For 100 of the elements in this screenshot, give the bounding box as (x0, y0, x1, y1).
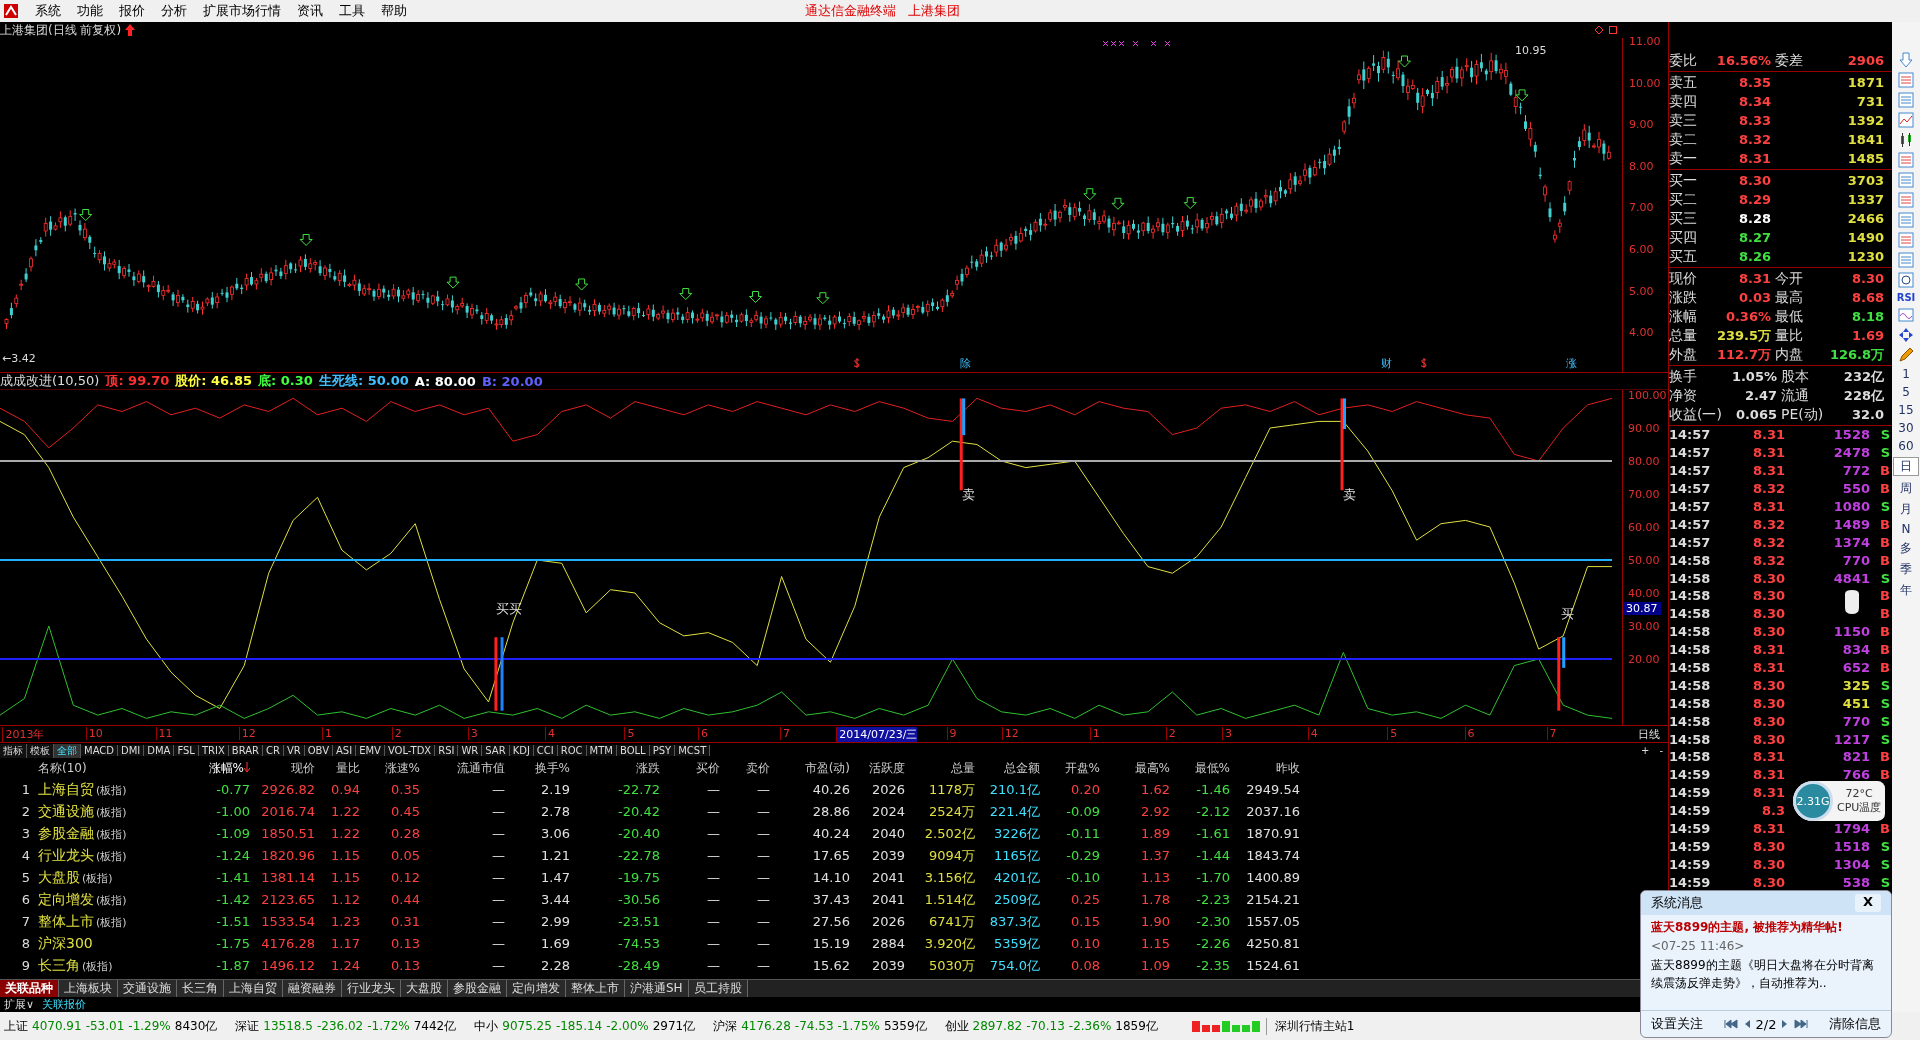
column-header[interactable]: 总量 (951, 761, 975, 776)
previous-page-icon[interactable] (1743, 1019, 1750, 1029)
indicator-tab[interactable]: VR (283, 745, 305, 757)
column-header[interactable]: 涨跌 (636, 761, 660, 776)
stock-name[interactable]: 沪深300 (38, 934, 93, 953)
menu-item[interactable]: 分析 (153, 2, 195, 20)
circle-icon[interactable] (1898, 272, 1914, 288)
rsi-button[interactable]: RSI (1896, 292, 1916, 303)
menu-item[interactable]: 资讯 (289, 2, 331, 20)
stock-name[interactable]: 参股金融 (38, 824, 94, 843)
stock-name[interactable]: 长三角 (38, 956, 80, 975)
column-header[interactable]: 名称(10) (38, 760, 87, 778)
indicator-tab[interactable]: TRIX (198, 745, 229, 757)
indicator-tab[interactable]: CR (263, 745, 284, 757)
related-tab[interactable]: 上海自贸 (224, 980, 283, 997)
column-header[interactable]: 昨收 (1276, 761, 1300, 776)
candlestick-icon[interactable] (1898, 132, 1914, 148)
related-tab[interactable]: 大盘股 (401, 980, 448, 997)
clear-messages-button[interactable]: 清除信息 (1829, 1015, 1881, 1033)
period-button[interactable]: 1 (1894, 367, 1918, 381)
indicator-tab[interactable]: OBV (304, 745, 333, 757)
period-button[interactable]: 5 (1894, 385, 1918, 399)
column-header[interactable]: 市盈(动) (804, 761, 850, 776)
period-button[interactable]: 15 (1894, 403, 1918, 417)
indicator-tab[interactable]: EMV (356, 745, 385, 757)
menu-item[interactable]: 报价 (111, 2, 153, 20)
event-label[interactable]: 涨 (1566, 356, 1578, 371)
column-header[interactable]: 现价 (291, 761, 315, 776)
stock-name[interactable]: 大盘股 (38, 868, 80, 887)
first-page-icon[interactable] (1723, 1019, 1738, 1029)
dollar-icon[interactable] (1420, 358, 1429, 368)
square-icon[interactable] (1608, 25, 1618, 35)
related-tab[interactable]: 交通设施 (118, 980, 177, 997)
indicator-tab[interactable]: MCST (675, 745, 711, 757)
related-tab[interactable]: 行业龙头 (342, 980, 401, 997)
move-arrows-icon[interactable] (1898, 327, 1914, 343)
column-header[interactable]: 涨幅% (208, 761, 250, 776)
period-button[interactable]: 年 (1894, 582, 1918, 599)
indicator-tab[interactable]: WR (458, 745, 483, 757)
event-label[interactable]: 财 (1381, 356, 1393, 371)
indicator-tab[interactable]: DMA (144, 745, 175, 757)
period-button[interactable]: 多 (1894, 540, 1918, 557)
column-header[interactable]: 买价 (696, 761, 720, 776)
indicator-tab[interactable]: 模板 (27, 743, 54, 758)
indicator-tab[interactable]: BOLL (616, 745, 650, 757)
column-header[interactable]: 流通市值 (457, 761, 505, 776)
indicator-tab[interactable]: ROC (557, 745, 587, 757)
related-tab[interactable]: 定向增发 (507, 980, 566, 997)
down-arrow-icon[interactable] (1898, 52, 1914, 68)
message-link[interactable]: 蓝天8899的主题, 被推荐为精华帖! (1651, 919, 1881, 936)
next-page-icon[interactable] (1782, 1019, 1789, 1029)
dollar-icon[interactable] (853, 358, 862, 368)
stock-name[interactable]: 交通设施 (38, 802, 94, 821)
column-header[interactable]: 量比 (336, 761, 360, 776)
column-header[interactable]: 开盘% (1064, 761, 1100, 776)
stock-name[interactable]: 整体上市 (38, 912, 94, 931)
close-button[interactable]: X (1854, 894, 1881, 912)
line-chart-icon[interactable] (1898, 112, 1914, 128)
indicator-tab[interactable]: PSY (649, 745, 676, 757)
indicator-tab[interactable]: MTM (586, 745, 617, 757)
last-page-icon[interactable] (1794, 1019, 1809, 1029)
column-header[interactable]: 换手% (534, 761, 570, 776)
column-header[interactable]: 卖价 (746, 761, 770, 776)
period-button[interactable]: 日 (1893, 457, 1919, 476)
indicator-tab[interactable]: DMI (118, 745, 145, 757)
menu-item[interactable]: 系统 (27, 2, 69, 20)
menu-item[interactable]: 工具 (331, 2, 373, 20)
stock-name[interactable]: 定向增发 (38, 890, 94, 909)
related-tab[interactable]: 沪港通SH (625, 980, 689, 997)
zoom-button[interactable]: + (1636, 745, 1655, 757)
period-button[interactable]: 季 (1894, 561, 1918, 578)
related-tab[interactable]: 参股金融 (448, 980, 507, 997)
indicator-tab[interactable]: 全部 (54, 743, 81, 758)
period-button[interactable]: 月 (1894, 501, 1918, 518)
indicator-tab[interactable]: KDJ (509, 745, 534, 757)
menu-item[interactable]: 扩展市场行情 (195, 2, 289, 20)
related-tab[interactable]: 关联品种 (0, 980, 59, 997)
column-header[interactable]: 最高% (1134, 761, 1170, 776)
column-header[interactable]: 最低% (1194, 761, 1230, 776)
indicator-tab[interactable]: FSL (174, 745, 199, 757)
event-label[interactable]: 除 (960, 356, 971, 371)
diamond-icon[interactable] (1594, 25, 1604, 35)
expand-button[interactable]: 扩展∨ (0, 997, 39, 1012)
indicator-tab[interactable]: SAR (482, 745, 510, 757)
related-tab[interactable]: 融资融券 (283, 980, 342, 997)
indicator-tab[interactable]: 指标 (0, 743, 27, 758)
related-tab[interactable]: 长三角 (177, 980, 224, 997)
indicator-tab[interactable]: ASI (333, 745, 357, 757)
indicator-tab[interactable]: RSI (435, 745, 459, 757)
follow-settings-link[interactable]: 设置关注 (1651, 1015, 1703, 1033)
period-button[interactable]: N (1894, 522, 1918, 536)
menu-item[interactable]: 帮助 (373, 2, 415, 20)
indicator-tab[interactable]: CCI (533, 745, 558, 757)
related-quote-tab[interactable]: 关联报价 (38, 997, 91, 1012)
related-tab[interactable]: 整体上市 (566, 980, 625, 997)
pencil-icon[interactable] (1898, 347, 1914, 363)
related-tab[interactable]: 上海板块 (59, 980, 118, 997)
indicator-tab[interactable]: VOL-TDX (384, 745, 436, 757)
menu-item[interactable]: 功能 (69, 2, 111, 20)
indicator-tab[interactable]: MACD (81, 745, 118, 757)
